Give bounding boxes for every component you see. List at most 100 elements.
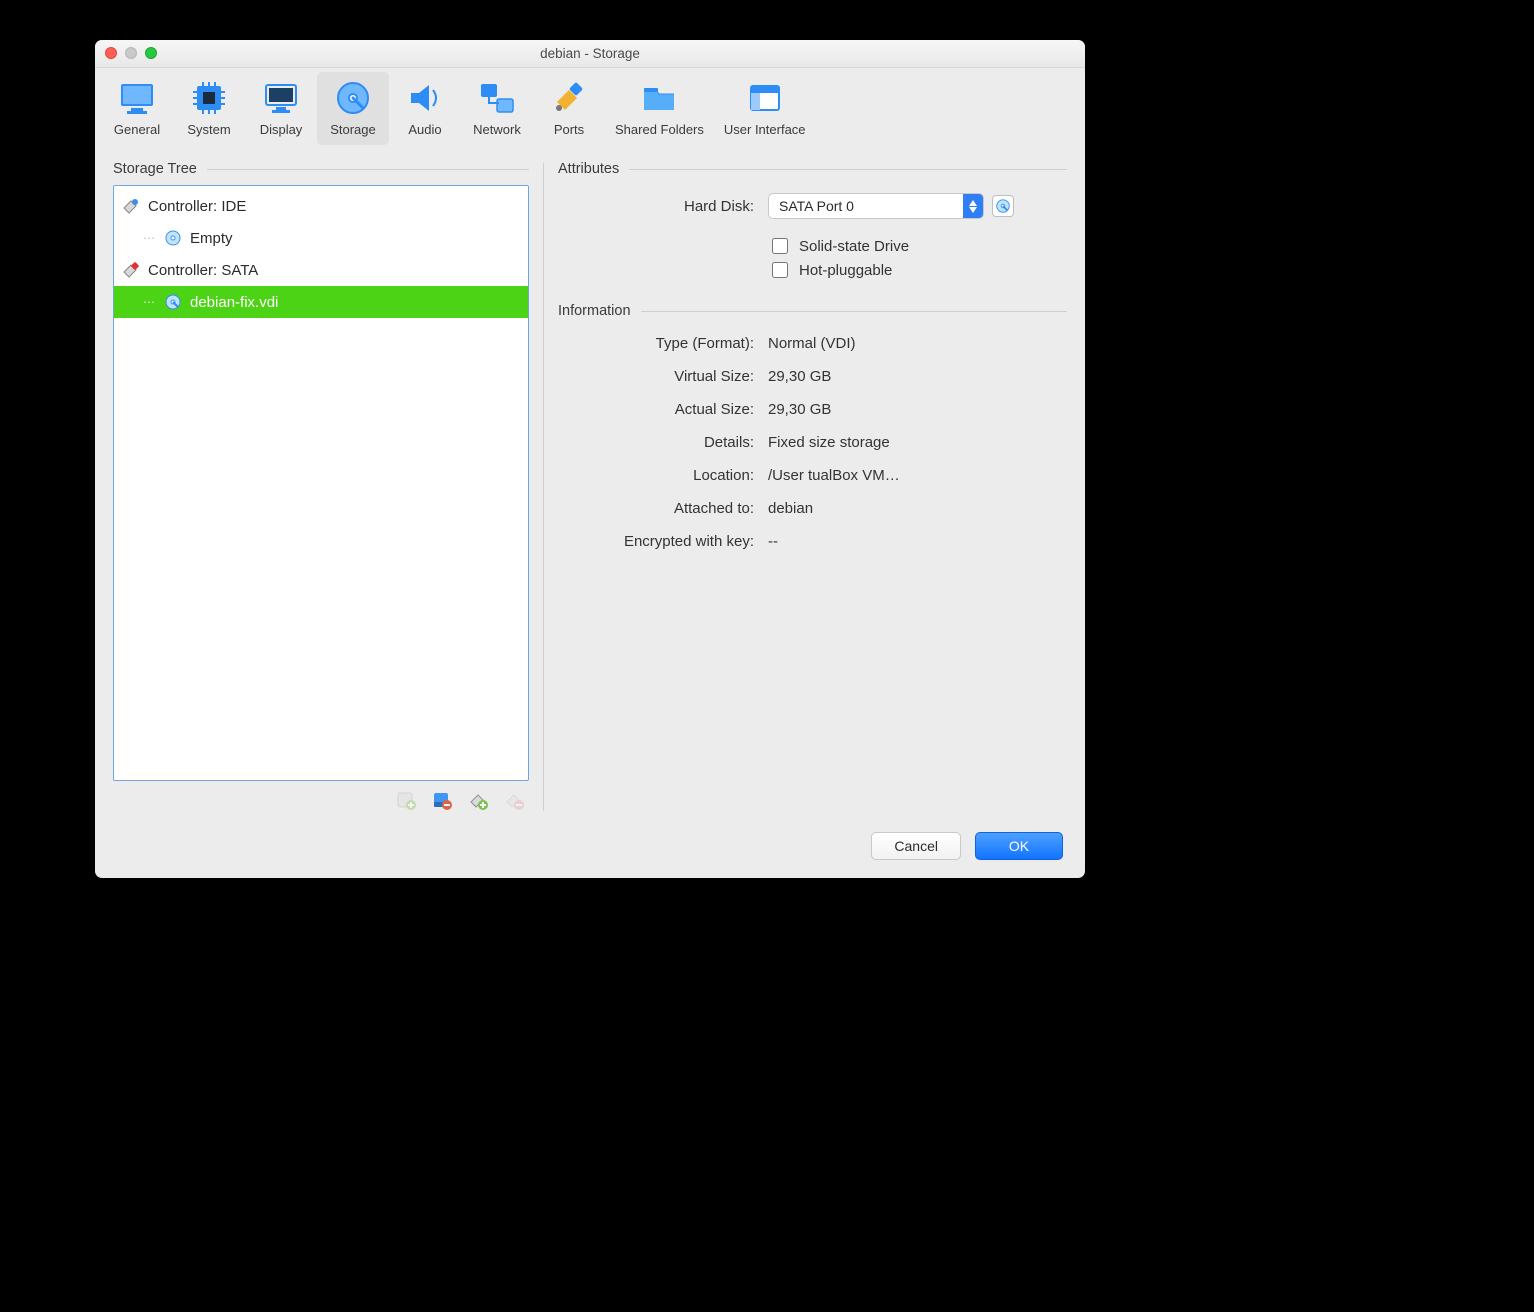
tab-label: Display xyxy=(260,122,303,137)
tab-label: Network xyxy=(473,122,521,137)
close-window-button[interactable] xyxy=(105,47,117,59)
info-asize-label: Actual Size: xyxy=(558,401,768,418)
tab-display[interactable]: Display xyxy=(245,72,317,145)
heading-label: Information xyxy=(558,303,631,319)
disk-icon xyxy=(333,78,373,118)
info-vsize-row: Virtual Size: 29,30 GB xyxy=(558,368,1067,385)
tab-audio[interactable]: Audio xyxy=(389,72,461,145)
layout-icon xyxy=(745,78,785,118)
hard-disk-label: Hard Disk: xyxy=(558,198,768,215)
tab-network[interactable]: Network xyxy=(461,72,533,145)
hotplug-checkbox-label: Hot-pluggable xyxy=(799,262,892,279)
storage-tree-panel: Storage Tree Controller: IDE ⋯ xyxy=(113,157,529,811)
attachment-empty[interactable]: ⋯ Empty xyxy=(114,222,528,254)
attributes-heading: Attributes xyxy=(558,161,1067,177)
zoom-window-button[interactable] xyxy=(145,47,157,59)
dialog-footer: Cancel OK xyxy=(871,832,1063,860)
hotplug-checkbox-input[interactable] xyxy=(772,262,788,278)
dialog-body: Storage Tree Controller: IDE ⋯ xyxy=(95,147,1085,811)
information-heading: Information xyxy=(558,303,1067,319)
ports-icon xyxy=(549,78,589,118)
folder-icon xyxy=(639,78,679,118)
info-location-label: Location: xyxy=(558,467,768,484)
info-type-row: Type (Format): Normal (VDI) xyxy=(558,335,1067,352)
remove-attachment-button[interactable] xyxy=(431,789,453,811)
ssd-checkbox-label: Solid-state Drive xyxy=(799,238,909,255)
hotplug-checkbox[interactable]: Hot-pluggable xyxy=(768,259,892,281)
info-vsize-value: 29,30 GB xyxy=(768,368,831,385)
choose-disk-button[interactable] xyxy=(992,195,1014,217)
info-type-label: Type (Format): xyxy=(558,335,768,352)
ok-button[interactable]: OK xyxy=(975,832,1063,860)
tab-ports[interactable]: Ports xyxy=(533,72,605,145)
tab-general[interactable]: General xyxy=(101,72,173,145)
info-attached-row: Attached to: debian xyxy=(558,500,1067,517)
cd-icon xyxy=(164,229,182,247)
cancel-button[interactable]: Cancel xyxy=(871,832,961,860)
info-attached-value: debian xyxy=(768,500,813,517)
tab-user-interface[interactable]: User Interface xyxy=(714,72,816,145)
tab-label: Storage xyxy=(330,122,376,137)
attachment-label: debian-fix.vdi xyxy=(190,294,278,311)
speaker-icon xyxy=(405,78,445,118)
info-details-value: Fixed size storage xyxy=(768,434,890,451)
window-title: debian - Storage xyxy=(540,46,640,61)
info-vsize-label: Virtual Size: xyxy=(558,368,768,385)
settings-toolbar: General System Display Sto xyxy=(95,68,1085,147)
storage-tree-toolbar xyxy=(113,781,529,811)
tab-label: General xyxy=(114,122,160,137)
heading-label: Storage Tree xyxy=(113,161,197,177)
heading-rule xyxy=(629,169,1067,170)
attachment-debian-fix-vdi[interactable]: ⋯ debian-fix.vdi xyxy=(114,286,528,318)
info-details-row: Details: Fixed size storage xyxy=(558,434,1067,451)
info-location-row: Location: /User tualBox VM… xyxy=(558,467,1067,484)
tab-storage[interactable]: Storage xyxy=(317,72,389,145)
settings-window: debian - Storage General System xyxy=(95,40,1085,878)
remove-controller-button[interactable] xyxy=(503,789,525,811)
tab-shared-folders[interactable]: Shared Folders xyxy=(605,72,714,145)
controller-sata[interactable]: Controller: SATA xyxy=(114,254,528,286)
add-controller-button[interactable] xyxy=(467,789,489,811)
tab-label: Audio xyxy=(408,122,441,137)
minimize-window-button[interactable] xyxy=(125,47,137,59)
controller-ide[interactable]: Controller: IDE xyxy=(114,190,528,222)
ssd-checkbox-input[interactable] xyxy=(772,238,788,254)
info-encrypted-value: -- xyxy=(768,533,778,550)
heading-rule xyxy=(207,169,529,170)
vertical-divider xyxy=(543,163,544,811)
add-attachment-button[interactable] xyxy=(395,789,417,811)
hard-disk-select[interactable]: SATA Port 0 xyxy=(768,193,984,219)
sata-controller-icon xyxy=(122,261,140,279)
info-encrypted-row: Encrypted with key: -- xyxy=(558,533,1067,550)
hard-disk-row: Hard Disk: SATA Port 0 xyxy=(558,193,1067,219)
controller-label: Controller: IDE xyxy=(148,198,246,215)
chip-icon xyxy=(189,78,229,118)
heading-label: Attributes xyxy=(558,161,619,177)
titlebar: debian - Storage xyxy=(95,40,1085,68)
attachment-label: Empty xyxy=(190,230,233,247)
tab-label: Ports xyxy=(554,122,584,137)
info-asize-value: 29,30 GB xyxy=(768,401,831,418)
info-location-value: /User tualBox VM… xyxy=(768,467,900,484)
info-encrypted-label: Encrypted with key: xyxy=(558,533,768,550)
network-icon xyxy=(477,78,517,118)
info-asize-row: Actual Size: 29,30 GB xyxy=(558,401,1067,418)
hdd-icon xyxy=(164,293,182,311)
tab-label: Shared Folders xyxy=(615,122,704,137)
tab-system[interactable]: System xyxy=(173,72,245,145)
select-value: SATA Port 0 xyxy=(769,198,963,214)
ide-controller-icon xyxy=(122,197,140,215)
storage-tree[interactable]: Controller: IDE ⋯ Empty Con xyxy=(113,185,529,781)
tree-connector-icon: ⋯ xyxy=(142,231,156,245)
info-attached-label: Attached to: xyxy=(558,500,768,517)
ssd-checkbox[interactable]: Solid-state Drive xyxy=(768,235,909,257)
window-controls xyxy=(105,47,157,59)
controller-label: Controller: SATA xyxy=(148,262,258,279)
tree-connector-icon: ⋯ xyxy=(142,295,156,309)
storage-tree-heading: Storage Tree xyxy=(113,161,529,177)
attributes-panel: Attributes Hard Disk: SATA Port 0 xyxy=(558,157,1067,811)
info-details-label: Details: xyxy=(558,434,768,451)
monitor-icon xyxy=(117,78,157,118)
info-type-value: Normal (VDI) xyxy=(768,335,856,352)
heading-rule xyxy=(641,311,1067,312)
